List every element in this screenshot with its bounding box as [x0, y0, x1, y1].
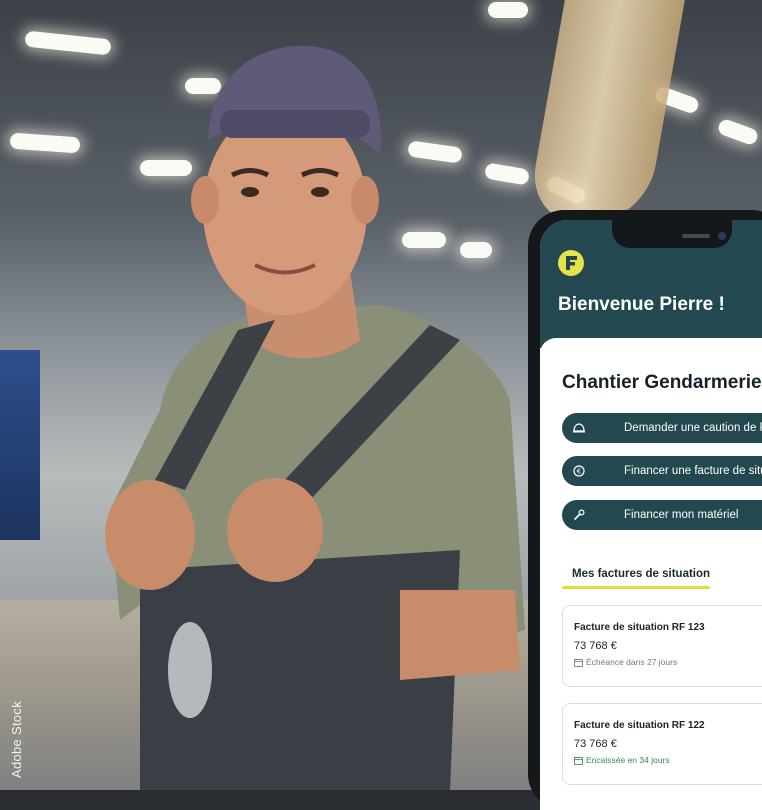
section-underline: [562, 586, 710, 589]
content-sheet: Chantier Gendarmerie Demander une cautio…: [540, 338, 762, 810]
finance-invoice-label: Financer une facture de situat: [624, 465, 762, 477]
phone-screen: Bienvenue Pierre ! Chantier Gendarmerie …: [540, 220, 762, 810]
watermark: Adobe Stock: [5, 690, 41, 780]
calendar-icon: [574, 756, 583, 765]
phone-notch: [612, 220, 732, 248]
ceiling-light: [9, 132, 81, 154]
watermark-text: Adobe Stock: [9, 700, 24, 778]
euro-icon: €: [562, 465, 596, 477]
invoice-card[interactable]: Facture de situation RF 123 73 768 € Éch…: [562, 605, 762, 687]
helmet-icon: [562, 423, 596, 433]
invoice-status: Échéance dans 27 jours: [574, 657, 677, 667]
ceiling-light: [716, 117, 760, 147]
finance-equipment-button[interactable]: Financer mon matériel: [562, 500, 762, 530]
speaker-icon: [682, 234, 710, 238]
svg-text:€: €: [577, 468, 581, 476]
invoice-status-text: Échéance dans 27 jours: [586, 657, 678, 667]
invoice-amount: 73 768 €: [574, 640, 617, 652]
invoice-title: Facture de situation RF 123: [574, 622, 705, 633]
ceiling-light: [24, 30, 112, 56]
invoice-title: Facture de situation RF 122: [574, 720, 705, 731]
ceiling-light: [488, 2, 528, 18]
invoice-status-text: Encaissée en 34 jours: [586, 755, 670, 765]
storage-rack: [0, 350, 40, 540]
wrench-icon: [562, 509, 596, 521]
camera-icon: [718, 232, 726, 240]
invoice-status: Encaissée en 34 jours: [574, 755, 670, 765]
calendar-icon: [574, 658, 583, 667]
finance-invoice-button[interactable]: € Financer une facture de situat: [562, 456, 762, 486]
invoice-card[interactable]: Facture de situation RF 122 73 768 € Enc…: [562, 703, 762, 785]
worker-figure: [105, 45, 525, 790]
app-header: Bienvenue Pierre !: [540, 220, 762, 348]
request-bond-button[interactable]: Demander une caution de R: [562, 413, 762, 443]
greeting-title: Bienvenue Pierre !: [558, 294, 725, 315]
app-logo-icon[interactable]: [558, 250, 584, 276]
invoices-section-title[interactable]: Mes factures de situation: [572, 568, 710, 580]
invoice-amount: 73 768 €: [574, 738, 617, 750]
request-bond-label: Demander une caution de R: [624, 422, 762, 434]
phone-mockup: Bienvenue Pierre ! Chantier Gendarmerie …: [528, 210, 762, 810]
finance-equipment-label: Financer mon matériel: [624, 509, 739, 521]
project-title: Chantier Gendarmerie: [562, 372, 762, 393]
